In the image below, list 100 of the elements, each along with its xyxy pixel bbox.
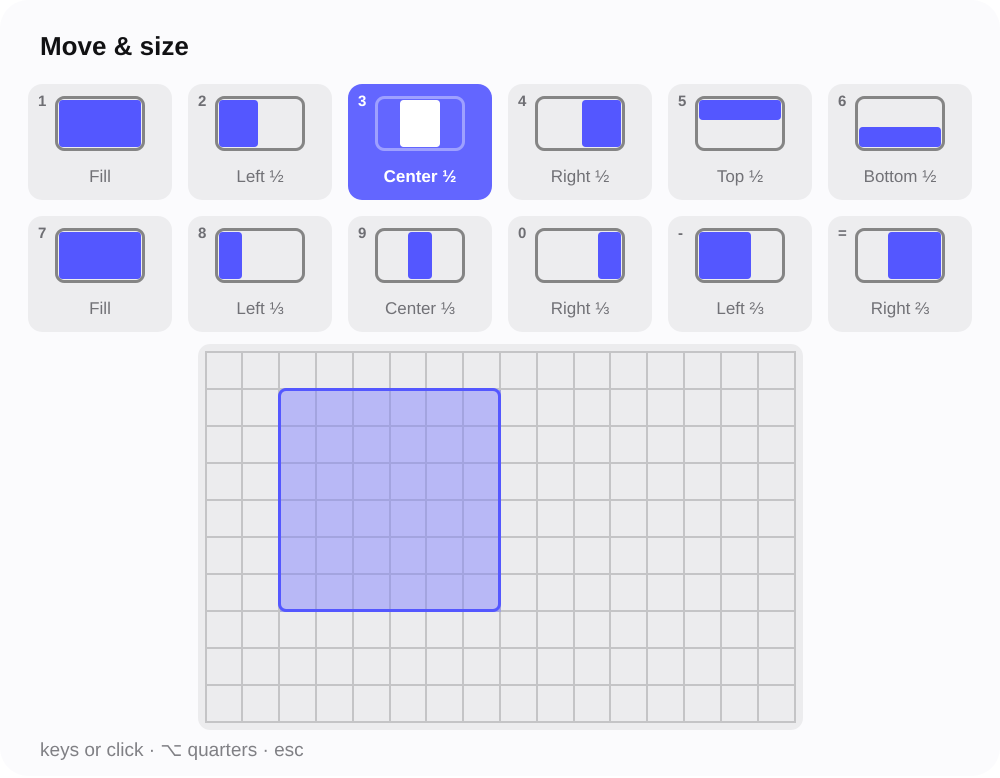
grid-cell[interactable]	[611, 649, 648, 686]
grid-cell[interactable]	[538, 612, 575, 649]
layout-tile[interactable]: 8 Left ⅓	[188, 216, 332, 332]
grid-cell[interactable]	[685, 501, 722, 538]
grid-cell[interactable]	[206, 353, 244, 390]
grid-cell[interactable]	[574, 649, 612, 686]
grid-cell[interactable]	[538, 649, 575, 686]
grid-cell[interactable]	[611, 427, 648, 464]
grid-cell[interactable]	[758, 427, 796, 464]
grid-cell[interactable]	[427, 649, 464, 686]
layout-tile[interactable]: 9 Center ⅓	[348, 216, 492, 332]
grid-cell[interactable]	[538, 353, 575, 390]
grid-cell[interactable]	[648, 686, 686, 723]
grid-cell[interactable]	[427, 612, 464, 649]
grid-cell[interactable]	[280, 390, 317, 427]
grid-cell[interactable]	[427, 686, 464, 723]
grid-cell[interactable]	[280, 427, 317, 464]
grid-cell[interactable]	[243, 390, 280, 427]
grid-cell[interactable]	[611, 353, 648, 390]
grid-cell[interactable]	[354, 612, 391, 649]
grid-cell[interactable]	[648, 353, 686, 390]
grid-cell[interactable]	[390, 686, 428, 723]
grid-cell[interactable]	[501, 649, 538, 686]
grid-cell[interactable]	[685, 649, 722, 686]
grid-cell[interactable]	[316, 649, 354, 686]
layout-tile[interactable]: 2 Left ½	[188, 84, 332, 200]
grid-cell[interactable]	[648, 612, 686, 649]
grid-cell[interactable]	[501, 501, 538, 538]
grid-cell[interactable]	[390, 353, 428, 390]
layout-tile[interactable]: = Right ⅔	[828, 216, 972, 332]
layout-tile[interactable]: 1 Fill	[28, 84, 172, 200]
grid-cell[interactable]	[758, 390, 796, 427]
grid-cell[interactable]	[685, 390, 722, 427]
grid-cell[interactable]	[280, 612, 317, 649]
grid-cell[interactable]	[722, 649, 759, 686]
grid-cell[interactable]	[758, 612, 796, 649]
grid-cell[interactable]	[501, 464, 538, 501]
grid-cell[interactable]	[611, 686, 648, 723]
grid-cell[interactable]	[243, 649, 280, 686]
grid-cell[interactable]	[206, 575, 244, 612]
grid-cell[interactable]	[611, 612, 648, 649]
grid-cell[interactable]	[722, 575, 759, 612]
grid-cell[interactable]	[243, 612, 280, 649]
grid-cell[interactable]	[427, 575, 464, 612]
grid-cell[interactable]	[464, 501, 501, 538]
grid-cell[interactable]	[722, 612, 759, 649]
grid-cell[interactable]	[427, 390, 464, 427]
grid-cell[interactable]	[574, 501, 612, 538]
grid-cell[interactable]	[648, 649, 686, 686]
grid-cell[interactable]	[538, 686, 575, 723]
grid-cell[interactable]	[648, 427, 686, 464]
grid-cell[interactable]	[722, 464, 759, 501]
grid-cell[interactable]	[611, 538, 648, 575]
grid-cell[interactable]	[206, 464, 244, 501]
grid-cell[interactable]	[758, 538, 796, 575]
layout-tile[interactable]: 4 Right ½	[508, 84, 652, 200]
grid-cell[interactable]	[758, 575, 796, 612]
grid-cell[interactable]	[758, 464, 796, 501]
grid-cell[interactable]	[280, 353, 317, 390]
grid-cell[interactable]	[611, 575, 648, 612]
grid-cell[interactable]	[758, 686, 796, 723]
grid-cell[interactable]	[648, 464, 686, 501]
grid-cell[interactable]	[685, 686, 722, 723]
grid-cell[interactable]	[464, 649, 501, 686]
grid-cell[interactable]	[538, 390, 575, 427]
grid-cell[interactable]	[685, 427, 722, 464]
grid-cell[interactable]	[722, 686, 759, 723]
grid-cell[interactable]	[280, 538, 317, 575]
grid-cell[interactable]	[464, 390, 501, 427]
grid-cell[interactable]	[685, 575, 722, 612]
grid-cell[interactable]	[464, 427, 501, 464]
grid-cell[interactable]	[243, 353, 280, 390]
grid-cell[interactable]	[758, 353, 796, 390]
grid-cell[interactable]	[316, 686, 354, 723]
grid-cell[interactable]	[390, 612, 428, 649]
layout-tile[interactable]: 0 Right ⅓	[508, 216, 652, 332]
layout-tile[interactable]: 6 Bottom ½	[828, 84, 972, 200]
grid-cell[interactable]	[464, 464, 501, 501]
grid-cell[interactable]	[280, 464, 317, 501]
grid-cell[interactable]	[722, 501, 759, 538]
grid-cell[interactable]	[685, 612, 722, 649]
grid-cell[interactable]	[501, 353, 538, 390]
grid-cell[interactable]	[722, 538, 759, 575]
grid-cell[interactable]	[611, 501, 648, 538]
layout-tile[interactable]: 7 Fill	[28, 216, 172, 332]
grid-cell[interactable]	[280, 686, 317, 723]
grid-cell[interactable]	[206, 649, 244, 686]
grid-cell[interactable]	[685, 353, 722, 390]
grid-cell[interactable]	[574, 353, 612, 390]
grid-cell[interactable]	[501, 427, 538, 464]
layout-tile[interactable]: - Left ⅔	[668, 216, 812, 332]
grid-cell[interactable]	[611, 464, 648, 501]
grid-cell[interactable]	[574, 464, 612, 501]
grid-cell[interactable]	[538, 538, 575, 575]
grid-cell[interactable]	[390, 390, 428, 427]
grid-cell[interactable]	[538, 427, 575, 464]
grid-cell[interactable]	[722, 427, 759, 464]
grid-cell[interactable]	[280, 649, 317, 686]
grid-cell[interactable]	[206, 390, 244, 427]
grid-cell[interactable]	[538, 575, 575, 612]
